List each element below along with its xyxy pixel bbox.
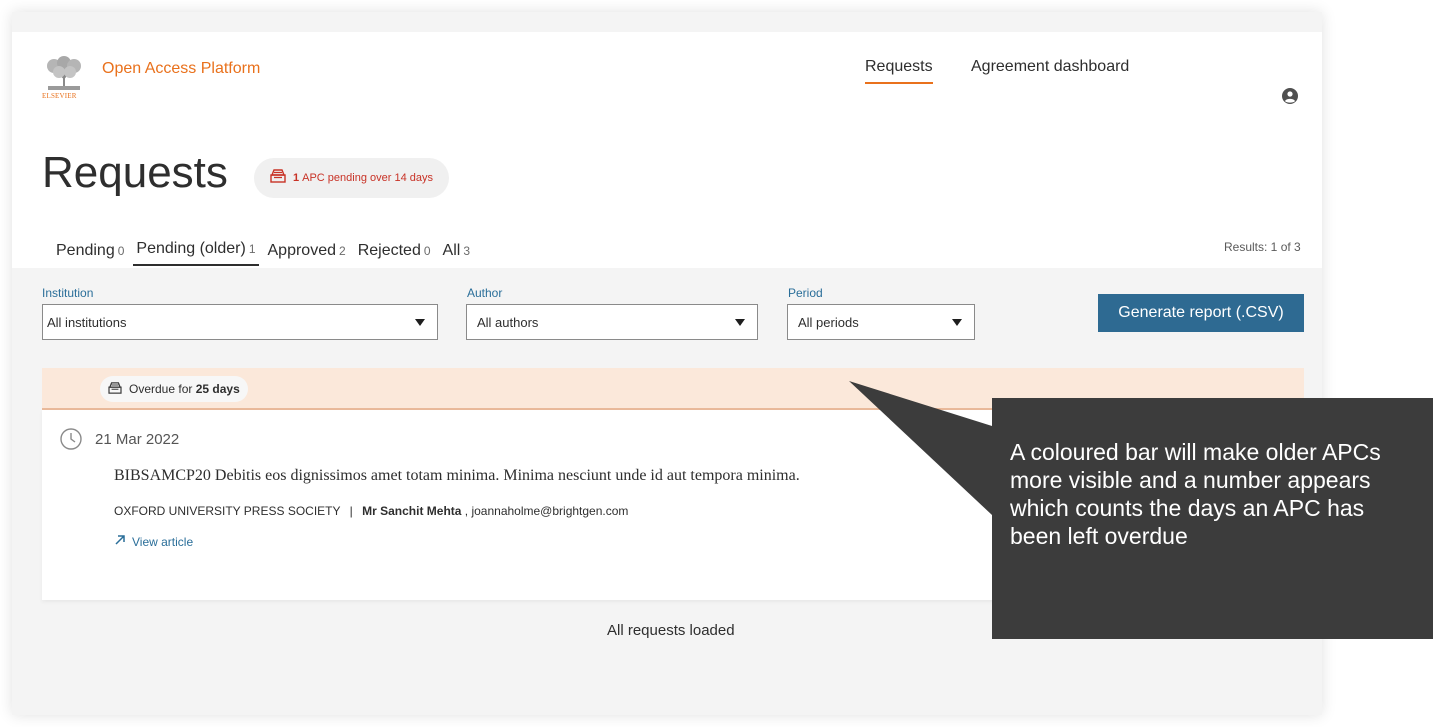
- author-label: Author: [467, 286, 503, 300]
- institution-label: Institution: [42, 286, 94, 300]
- overdue-bar: Overdue for 25 days: [42, 368, 1304, 410]
- inbox-tray-icon: [108, 381, 122, 397]
- period-value: All periods: [798, 314, 859, 330]
- tab-count: 1: [248, 242, 256, 256]
- elsevier-logo[interactable]: ELSEVIER: [42, 56, 86, 100]
- generate-report-button[interactable]: Generate report (.CSV): [1098, 294, 1304, 332]
- overdue-prefix: Overdue for: [129, 382, 193, 396]
- tab-pending[interactable]: Pending 0: [53, 242, 127, 266]
- view-article-link[interactable]: View article: [114, 534, 193, 549]
- caret-down-icon: [952, 319, 962, 326]
- caret-down-icon: [415, 319, 425, 326]
- publisher: OXFORD UNIVERSITY PRESS SOCIETY: [114, 504, 341, 518]
- tree-logo-icon: [44, 56, 84, 90]
- inbox-tray-icon: [270, 168, 286, 188]
- request-date: 21 Mar 2022: [95, 431, 180, 448]
- platform-name[interactable]: Open Access Platform: [102, 60, 260, 78]
- period-label: Period: [788, 286, 823, 300]
- tab-count: 3: [463, 244, 470, 258]
- user-circle-icon[interactable]: [1282, 88, 1298, 104]
- view-article-label: View article: [132, 534, 194, 549]
- tab-label: Pending: [56, 242, 115, 259]
- arrow-up-right-icon: [114, 534, 126, 549]
- overdue-chip: Overdue for 25 days: [100, 376, 248, 402]
- tab-label: All: [442, 242, 461, 259]
- period-select[interactable]: All periods: [787, 304, 975, 340]
- tab-pending-older[interactable]: Pending (older) 1: [133, 240, 259, 266]
- tab-label: Pending (older): [136, 240, 246, 257]
- pending-alert-text: APC pending over 14 days: [302, 172, 433, 184]
- request-tabs: Pending 0 Pending (older) 1 Approved 2 Reje…: [53, 240, 479, 266]
- page-title: Requests: [42, 148, 228, 197]
- all-loaded-message: All requests loaded: [607, 622, 735, 639]
- author-value: All authors: [477, 314, 539, 330]
- results-count: Results: 1 of 3: [1224, 240, 1301, 254]
- callout-text: A coloured bar will make older APCs more…: [1010, 439, 1381, 549]
- institution-select[interactable]: All institutions: [42, 304, 438, 340]
- tab-count: 2: [339, 244, 346, 258]
- nav-agreement-dashboard[interactable]: Agreement dashboard: [971, 58, 1129, 76]
- meta-separator: |: [349, 504, 353, 518]
- clock-icon: [60, 428, 82, 450]
- author-email: , joannaholme@brightgen.com: [464, 504, 629, 518]
- tab-approved[interactable]: Approved 2: [265, 242, 349, 266]
- article-title: BIBSAMCP20 Debitis eos dignissimos amet …: [114, 467, 800, 484]
- author-name: Mr Sanchit Mehta: [362, 504, 462, 518]
- overdue-text: Overdue for 25 days: [129, 382, 240, 396]
- request-meta: OXFORD UNIVERSITY PRESS SOCIETY | Mr San…: [114, 504, 628, 518]
- tab-label: Approved: [267, 242, 337, 259]
- pending-alert-count: 1: [293, 172, 300, 184]
- tab-count: 0: [117, 244, 125, 258]
- tab-count: 0: [423, 244, 431, 258]
- tab-rejected[interactable]: Rejected 0: [355, 242, 434, 266]
- tab-label: Rejected: [357, 242, 421, 259]
- institution-value: All institutions: [47, 314, 127, 330]
- logo-wordmark: ELSEVIER: [42, 92, 77, 100]
- caret-down-icon: [735, 319, 745, 326]
- author-select[interactable]: All authors: [466, 304, 758, 340]
- pending-alert-badge[interactable]: 1 APC pending over 14 days: [254, 158, 449, 198]
- overdue-days: 25 days: [195, 382, 240, 396]
- tab-all[interactable]: All 3: [440, 242, 473, 266]
- app-frame: ELSEVIER Open Access Platform Requests A…: [12, 12, 1322, 715]
- nav-requests[interactable]: Requests: [865, 58, 933, 84]
